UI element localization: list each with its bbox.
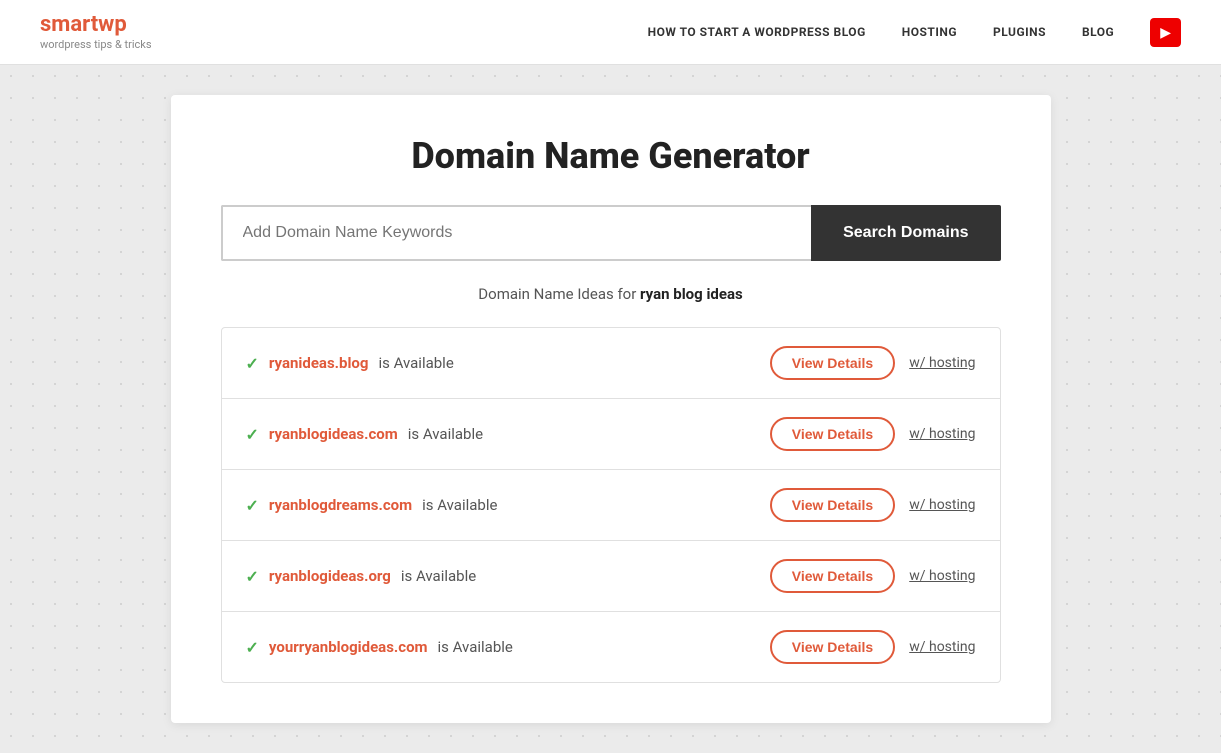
check-icon: ✓ [246, 354, 259, 373]
hosting-link-3[interactable]: w/ hosting [909, 568, 975, 584]
nav-hosting[interactable]: HOSTING [902, 25, 957, 39]
subtitle-query: ryan blog ideas [640, 285, 743, 303]
search-button[interactable]: Search Domains [811, 205, 1000, 261]
view-details-button-0[interactable]: View Details [770, 346, 895, 380]
domain-name-2: ryanblogdreams.com [269, 496, 412, 514]
view-details-button-2[interactable]: View Details [770, 488, 895, 522]
avail-text-2: is Available [422, 496, 497, 514]
domain-name-3: ryanblogideas.org [269, 567, 391, 585]
result-left-0: ✓ ryanideas.blog is Available [246, 354, 454, 373]
youtube-icon [1160, 24, 1171, 41]
table-row: ✓ ryanblogideas.com is Available View De… [221, 398, 1001, 470]
result-right-3: View Details w/ hosting [770, 559, 976, 593]
logo-subtitle: wordpress tips & tricks [40, 38, 152, 51]
main-background: Domain Name Generator Search Domains Dom… [0, 65, 1221, 753]
avail-text-0: is Available [378, 354, 453, 372]
logo-accent: wp [98, 12, 127, 37]
table-row: ✓ ryanblogdreams.com is Available View D… [221, 469, 1001, 541]
nav-blog[interactable]: BLOG [1082, 25, 1114, 39]
site-header: smartwp wordpress tips & tricks HOW TO S… [0, 0, 1221, 65]
page-title: Domain Name Generator [221, 135, 1001, 177]
view-details-button-1[interactable]: View Details [770, 417, 895, 451]
result-left-4: ✓ yourryanblogideas.com is Available [246, 638, 513, 657]
logo-main: smart [40, 12, 98, 37]
logo[interactable]: smartwp wordpress tips & tricks [40, 13, 152, 50]
check-icon: ✓ [246, 496, 259, 515]
youtube-button[interactable] [1150, 18, 1181, 47]
nav-how-to[interactable]: HOW TO START A WORDPRESS BLOG [648, 25, 866, 39]
search-row: Search Domains [221, 205, 1001, 261]
avail-text-1: is Available [408, 425, 483, 443]
table-row: ✓ ryanblogideas.org is Available View De… [221, 540, 1001, 612]
subtitle-prefix: Domain Name Ideas for [478, 285, 640, 303]
domain-name-0: ryanideas.blog [269, 354, 369, 372]
result-left-2: ✓ ryanblogdreams.com is Available [246, 496, 498, 515]
table-row: ✓ ryanideas.blog is Available View Detai… [221, 327, 1001, 399]
results-subtitle: Domain Name Ideas for ryan blog ideas [221, 285, 1001, 303]
table-row: ✓ yourryanblogideas.com is Available Vie… [221, 611, 1001, 683]
logo-text: smartwp [40, 13, 152, 37]
domain-name-1: ryanblogideas.com [269, 425, 398, 443]
domain-name-4: yourryanblogideas.com [269, 638, 428, 656]
hosting-link-2[interactable]: w/ hosting [909, 497, 975, 513]
search-input[interactable] [221, 205, 812, 261]
avail-text-4: is Available [438, 638, 513, 656]
result-left-3: ✓ ryanblogideas.org is Available [246, 567, 477, 586]
result-right-2: View Details w/ hosting [770, 488, 976, 522]
result-left-1: ✓ ryanblogideas.com is Available [246, 425, 484, 444]
avail-text-3: is Available [401, 567, 476, 585]
check-icon: ✓ [246, 425, 259, 444]
hosting-link-1[interactable]: w/ hosting [909, 426, 975, 442]
nav-plugins[interactable]: PLUGINS [993, 25, 1046, 39]
check-icon: ✓ [246, 567, 259, 586]
result-right-0: View Details w/ hosting [770, 346, 976, 380]
hosting-link-0[interactable]: w/ hosting [909, 355, 975, 371]
main-nav: HOW TO START A WORDPRESS BLOG HOSTING PL… [648, 18, 1181, 47]
result-right-1: View Details w/ hosting [770, 417, 976, 451]
results-list: ✓ ryanideas.blog is Available View Detai… [221, 327, 1001, 683]
view-details-button-4[interactable]: View Details [770, 630, 895, 664]
content-card: Domain Name Generator Search Domains Dom… [171, 95, 1051, 723]
result-right-4: View Details w/ hosting [770, 630, 976, 664]
check-icon: ✓ [246, 638, 259, 657]
view-details-button-3[interactable]: View Details [770, 559, 895, 593]
